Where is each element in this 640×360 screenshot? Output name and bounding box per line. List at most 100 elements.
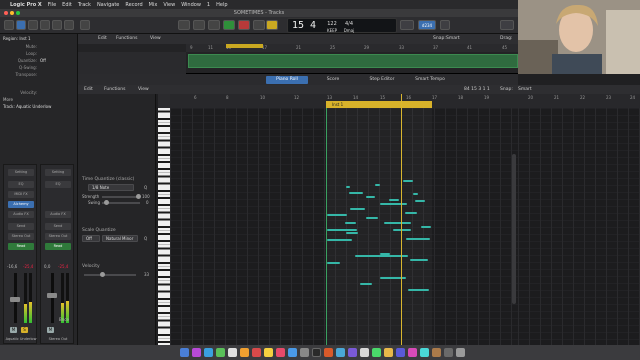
midi-note[interactable] [349,192,363,194]
strength-slider[interactable] [102,194,141,199]
close-window-button[interactable] [4,11,8,15]
eq-slot[interactable]: EQ [8,181,34,188]
app-store-icon[interactable] [288,348,297,357]
editor-view-menu[interactable]: View [138,87,149,92]
help-button[interactable] [28,20,38,30]
tracks-edit-menu[interactable]: Edit [98,36,107,41]
send-slot[interactable]: Send [8,223,34,230]
safari-icon[interactable] [204,348,213,357]
midi-note[interactable] [350,208,365,210]
piano-keyboard[interactable] [158,108,170,345]
midi-note[interactable] [413,193,418,195]
setting-slot[interactable]: Setting [45,169,71,176]
scissors-icon[interactable] [80,20,90,30]
scale-root-dropdown[interactable]: Off [82,235,100,242]
tuner-button[interactable] [400,20,414,30]
midi-note[interactable] [327,262,340,264]
solo-button[interactable]: S [21,327,28,333]
midi-note[interactable] [380,277,406,279]
midi-note[interactable] [360,283,372,285]
app-icon[interactable] [372,348,381,357]
midi-note[interactable] [327,229,357,231]
automation-mode[interactable]: Read [45,243,71,250]
app-icon[interactable] [324,348,333,357]
track-inspector-title[interactable]: Track: Aquatic Underlow [3,104,75,109]
menu-edit[interactable]: Edit [62,2,72,8]
eq-slot[interactable]: EQ [45,181,71,188]
tab-piano-roll[interactable]: Piano Roll [266,76,308,84]
midi-note[interactable] [327,214,347,216]
inspector-button[interactable] [16,20,26,30]
volume-fader-knob[interactable] [10,297,20,302]
setting-slot[interactable]: Setting [8,169,34,176]
menu-navigate[interactable]: Navigate [97,2,119,8]
notes-icon[interactable] [264,348,273,357]
menu-window[interactable]: Window [181,2,201,8]
minimize-window-button[interactable] [10,11,14,15]
audio-fx-slot[interactable]: Audio FX [45,211,71,218]
app-icon[interactable] [336,348,345,357]
send-slot[interactable]: Send [45,223,71,230]
swing-slider[interactable] [102,200,140,205]
midi-note[interactable] [406,238,430,240]
stop-button[interactable] [208,20,220,30]
photos-icon[interactable] [240,348,249,357]
param-transpose[interactable]: Transpose: [3,72,75,77]
menu-track[interactable]: Track [78,2,91,8]
tab-score[interactable]: Score [318,76,348,84]
messages-icon[interactable] [216,348,225,357]
music-icon[interactable] [276,348,285,357]
midi-note[interactable] [327,239,352,241]
app-icon[interactable] [420,348,429,357]
menu-view[interactable]: View [163,2,175,8]
midi-note[interactable] [346,186,350,188]
app-icon[interactable] [384,348,393,357]
tab-smart-tempo[interactable]: Smart Tempo [410,76,450,84]
app-menu[interactable]: Logic Pro X [10,2,42,8]
midi-note[interactable] [403,180,413,182]
mixer-button[interactable] [64,20,74,30]
track-header[interactable] [78,52,186,74]
volume-fader-knob[interactable] [47,293,57,298]
menu-record[interactable]: Record [125,2,142,8]
midi-note[interactable] [405,212,417,214]
midi-note[interactable] [375,184,380,186]
lcd-display[interactable]: 15 4 122 KEEP 4/4 Dmaj [287,18,397,33]
output-slot[interactable]: Stereo Out [8,233,34,240]
midi-note[interactable] [380,253,390,255]
rewind-button[interactable] [178,20,190,30]
finder-icon[interactable] [180,348,189,357]
play-button[interactable] [223,20,235,30]
midi-note[interactable] [389,199,399,201]
app-icon[interactable] [396,348,405,357]
midi-note[interactable] [366,196,375,198]
midi-note[interactable] [366,217,378,219]
logic-pro-icon[interactable] [312,348,321,357]
vertical-scrollbar[interactable] [512,154,516,304]
region-inspector-title[interactable]: Region: Inst 1 [3,36,75,41]
cpu-meter[interactable]: d234 [418,20,436,30]
midi-note[interactable] [408,289,429,291]
library-button[interactable] [4,20,14,30]
editor-edit-menu[interactable]: Edit [84,87,93,92]
audio-fx-slot[interactable]: Audio FX [8,211,34,218]
mail-icon[interactable] [228,348,237,357]
volume-fader[interactable] [51,273,54,323]
calendar-icon[interactable] [252,348,261,357]
velocity-slider[interactable] [84,272,136,277]
param-qswing[interactable]: Q-Swing: [3,65,75,70]
record-button[interactable] [238,20,250,30]
tracks-drag-label[interactable]: Drag: [500,36,512,41]
tab-step-editor[interactable]: Step Editor [362,76,402,84]
app-icon[interactable] [408,348,417,357]
forward-button[interactable] [193,20,205,30]
note-grid-right[interactable] [518,108,640,345]
tracks-snap-value[interactable]: Smart [446,36,460,41]
midi-fx-slot[interactable]: MIDI FX [8,191,34,198]
mute-button[interactable]: M [47,327,54,333]
system-preferences-icon[interactable] [300,348,309,357]
menu-mix[interactable]: Mix [149,2,158,8]
menu-help[interactable]: Help [216,2,227,8]
midi-note[interactable] [421,226,431,228]
instrument-slot[interactable]: Alchemy [8,201,34,208]
